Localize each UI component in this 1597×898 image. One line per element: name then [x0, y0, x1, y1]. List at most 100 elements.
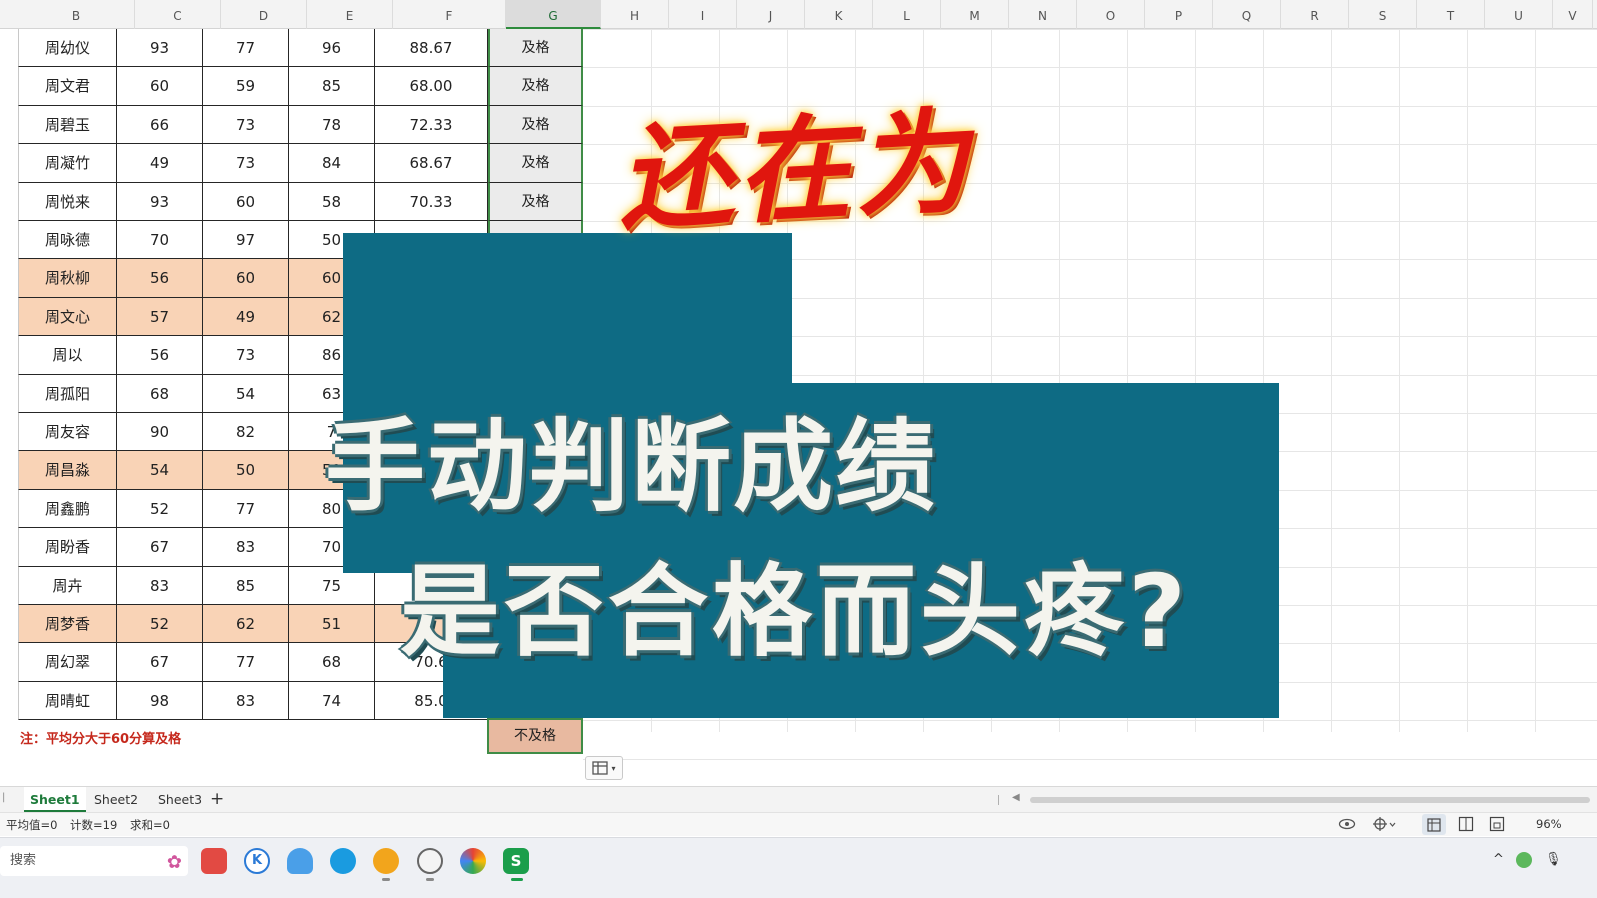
column-header-j[interactable]: J: [737, 0, 805, 29]
cell-score[interactable]: 73: [203, 144, 289, 183]
cell-score[interactable]: 85: [289, 67, 375, 106]
cell-score[interactable]: 96: [289, 29, 375, 68]
cell-score[interactable]: 51: [289, 605, 375, 644]
column-header-l[interactable]: L: [873, 0, 941, 29]
cell-score[interactable]: 73: [203, 105, 289, 145]
cell-name[interactable]: 周盼香: [18, 528, 117, 567]
cell-name[interactable]: 周悦来: [18, 182, 117, 221]
cell-score[interactable]: 50: [203, 451, 289, 490]
cell-score[interactable]: 68.00: [375, 67, 488, 106]
cell-score[interactable]: 93: [117, 29, 203, 68]
cell-score[interactable]: 83: [203, 681, 289, 721]
cell-name[interactable]: 周幻翠: [18, 643, 117, 682]
column-header-s[interactable]: S: [1349, 0, 1417, 29]
tab-sheet3[interactable]: Sheet3: [152, 787, 208, 812]
cell-name[interactable]: 周凝竹: [18, 144, 117, 183]
cell-score[interactable]: 77: [203, 643, 289, 682]
cell-score[interactable]: 68: [117, 374, 203, 413]
column-header-d[interactable]: D: [221, 0, 307, 29]
spreadsheet-app-icon[interactable]: S: [503, 848, 529, 874]
column-header-o[interactable]: O: [1077, 0, 1145, 29]
cell-name[interactable]: 周昌淼: [18, 451, 117, 490]
chrome-browser-icon[interactable]: [460, 848, 486, 874]
column-header-f[interactable]: F: [393, 0, 506, 29]
cell-result[interactable]: 及格: [488, 105, 583, 145]
cell-name[interactable]: 周文君: [18, 67, 117, 106]
cell-score[interactable]: 83: [117, 566, 203, 605]
cell-score[interactable]: 83: [203, 528, 289, 567]
cell-name[interactable]: 周孤阳: [18, 374, 117, 413]
cell-name[interactable]: 周咏德: [18, 221, 117, 260]
page-layout-icon[interactable]: [1458, 816, 1474, 832]
add-sheet-button[interactable]: +: [210, 789, 224, 809]
cell-score[interactable]: 98: [117, 681, 203, 721]
cell-score[interactable]: 74: [289, 681, 375, 721]
tab-scroll-left-icon[interactable]: |: [2, 792, 5, 803]
cell-name[interactable]: 周晴虹: [18, 681, 117, 721]
cell-result[interactable]: 及格: [488, 29, 583, 68]
paste-options-button[interactable]: ▾: [585, 756, 623, 780]
column-header-h[interactable]: H: [601, 0, 669, 29]
security-tray-icon[interactable]: [1516, 852, 1532, 868]
cell-score[interactable]: 84: [289, 144, 375, 183]
column-header-n[interactable]: N: [1009, 0, 1077, 29]
horizontal-scrollbar[interactable]: [1030, 797, 1590, 803]
tab-sheet2[interactable]: Sheet2: [88, 787, 144, 812]
cell-result[interactable]: 及格: [488, 67, 583, 106]
cell-score[interactable]: 72.33: [375, 105, 488, 145]
cell-name[interactable]: 周文心: [18, 297, 117, 337]
cell-score[interactable]: 73: [203, 336, 289, 375]
k-app-icon[interactable]: K: [244, 848, 270, 874]
cell-name[interactable]: 周梦香: [18, 605, 117, 644]
taskbar-search-box[interactable]: 搜索 ✿: [0, 846, 188, 876]
microphone-icon[interactable]: 🎙: [1545, 852, 1562, 867]
eye-icon[interactable]: [1338, 816, 1356, 832]
cell-score[interactable]: 78: [289, 105, 375, 145]
page-break-icon[interactable]: [1489, 816, 1505, 832]
cell-score[interactable]: 77: [203, 29, 289, 68]
column-header-e[interactable]: E: [307, 0, 393, 29]
cell-name[interactable]: 周鑫鹏: [18, 489, 117, 529]
cell-score[interactable]: 77: [203, 489, 289, 529]
column-header-r[interactable]: R: [1281, 0, 1349, 29]
crosshair-icon[interactable]: [1372, 816, 1396, 832]
cloud-icon[interactable]: [287, 848, 313, 874]
column-header-g[interactable]: G: [506, 0, 601, 29]
cell-name[interactable]: 周卉: [18, 566, 117, 605]
zoom-level[interactable]: 96%: [1536, 817, 1562, 831]
cell-score[interactable]: 49: [203, 297, 289, 337]
cell-name[interactable]: 周碧玉: [18, 105, 117, 145]
cell-score[interactable]: 54: [203, 374, 289, 413]
edge-browser-icon[interactable]: [330, 848, 356, 874]
cell-score[interactable]: 90: [117, 413, 203, 452]
cell-score[interactable]: 93: [117, 182, 203, 221]
cell-result[interactable]: 及格: [488, 144, 583, 183]
cell-score[interactable]: 66: [117, 105, 203, 145]
cell-score[interactable]: 70.33: [375, 182, 488, 221]
cell-name[interactable]: 周幼仪: [18, 29, 117, 68]
column-header-p[interactable]: P: [1145, 0, 1213, 29]
column-header-c[interactable]: C: [135, 0, 221, 29]
cell-score[interactable]: 68: [289, 643, 375, 682]
cell-name[interactable]: 周以: [18, 336, 117, 375]
column-header-b[interactable]: B: [18, 0, 135, 29]
column-header-k[interactable]: K: [805, 0, 873, 29]
cell-score[interactable]: 67: [117, 528, 203, 567]
cell-score[interactable]: 56: [117, 336, 203, 375]
cell-score[interactable]: 60: [203, 182, 289, 221]
tab-sheet1[interactable]: Sheet1: [24, 787, 86, 812]
cell-score[interactable]: 60: [117, 67, 203, 106]
cell-score[interactable]: 88.67: [375, 29, 488, 68]
column-header-u[interactable]: U: [1485, 0, 1553, 29]
column-header-t[interactable]: T: [1417, 0, 1485, 29]
cell-score[interactable]: 52: [117, 489, 203, 529]
cell-name[interactable]: 周秋柳: [18, 259, 117, 298]
cell-score[interactable]: 68.67: [375, 144, 488, 183]
column-header-q[interactable]: Q: [1213, 0, 1281, 29]
cell-score[interactable]: 60: [203, 259, 289, 298]
cell-score[interactable]: 62: [203, 605, 289, 644]
clock-icon[interactable]: [417, 848, 443, 874]
column-header-v[interactable]: V: [1553, 0, 1593, 29]
column-header-i[interactable]: I: [669, 0, 737, 29]
cell-name[interactable]: 周友容: [18, 413, 117, 452]
